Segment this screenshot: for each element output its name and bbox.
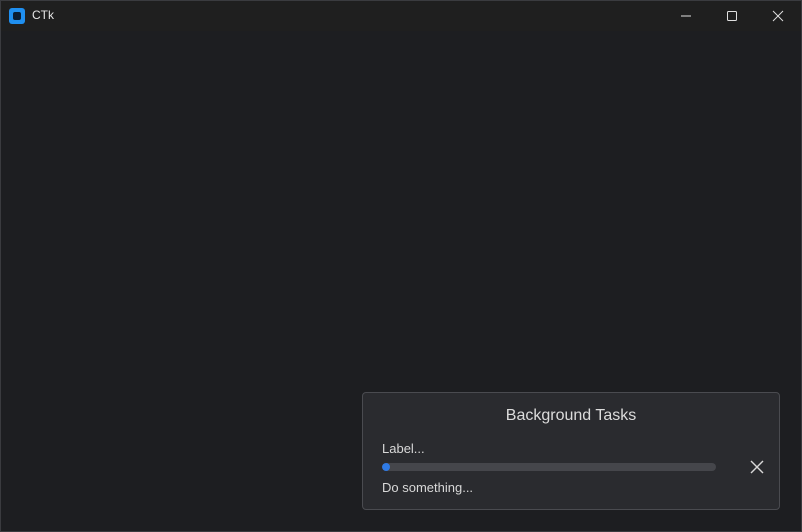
title-bar[interactable]: CTk bbox=[1, 1, 801, 31]
task-status: Do something... bbox=[382, 480, 474, 495]
task-progress-fill bbox=[382, 463, 391, 471]
minimize-button[interactable] bbox=[663, 1, 709, 31]
panel-title: Background Tasks bbox=[505, 407, 637, 424]
task-label: Label... bbox=[382, 441, 425, 456]
background-tasks-panel: Background Tasks Label... Do something..… bbox=[362, 392, 780, 510]
task-close-button[interactable] bbox=[749, 459, 765, 475]
window-title: CTk bbox=[32, 8, 54, 22]
close-icon bbox=[772, 10, 784, 22]
maximize-icon bbox=[727, 11, 737, 21]
task-progress-bar bbox=[382, 463, 716, 471]
close-icon bbox=[750, 460, 764, 474]
minimize-icon bbox=[681, 15, 691, 17]
app-window: CTk Background Tasks Label... Do somethi… bbox=[0, 0, 802, 532]
maximize-button[interactable] bbox=[709, 1, 755, 31]
app-icon bbox=[9, 8, 25, 24]
close-button[interactable] bbox=[755, 1, 801, 31]
